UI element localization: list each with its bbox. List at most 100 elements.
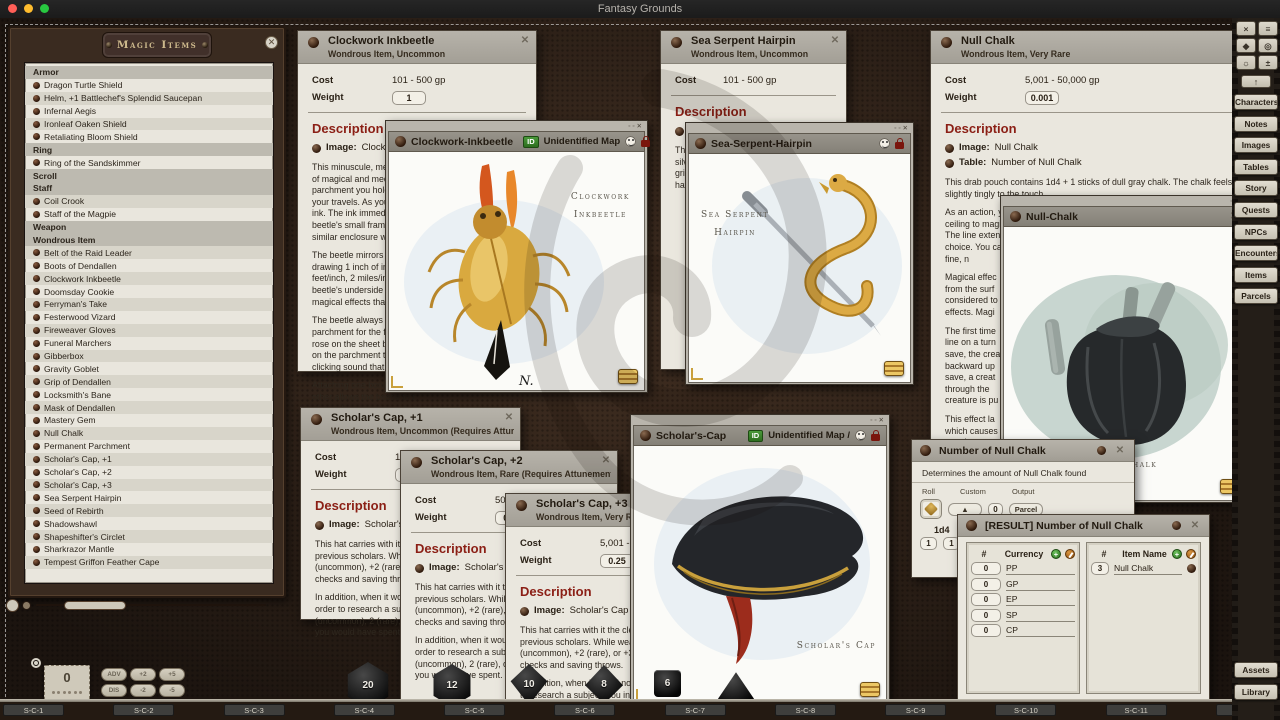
maximize-window-icon[interactable] — [40, 4, 49, 13]
taskbar-tab[interactable]: S-C-6 — [554, 704, 616, 716]
item-link-icon[interactable] — [411, 457, 422, 468]
list-item[interactable]: Staff — [25, 182, 273, 195]
image-link-icon[interactable] — [520, 607, 529, 616]
table-link-icon[interactable] — [945, 159, 954, 168]
list-item[interactable]: Fireweaver Gloves — [25, 323, 273, 337]
taskbar-tab[interactable]: S-C-2 — [113, 704, 175, 716]
modifier-stack[interactable]: 0 — [44, 665, 90, 703]
list-item[interactable]: Coil Crook — [25, 194, 273, 208]
weight-field[interactable]: 1 — [392, 90, 426, 105]
edit-item-icon[interactable] — [1186, 548, 1196, 559]
list-item[interactable]: Null Chalk — [25, 426, 273, 440]
sidebar-button[interactable]: Encounters — [1234, 245, 1278, 262]
sidebar-tool-icon[interactable]: ◎ — [1258, 38, 1278, 53]
taskbar-tab[interactable]: S-C-3 — [223, 704, 285, 716]
taskbar-tab[interactable]: S-C-10 — [995, 704, 1057, 716]
result-titlebar[interactable]: [RESULT] Number of Null Chalk ✕ — [958, 515, 1209, 537]
image-value[interactable]: Null Chalk — [995, 142, 1038, 153]
magic-items-window[interactable]: Magic Items ✕ Armor Dragon Turtle Shield… — [6, 26, 286, 612]
taskbar-tab[interactable]: S-C-9 — [885, 704, 947, 716]
list-item[interactable]: Locksmith's Bane — [25, 388, 273, 401]
close-icon[interactable]: ✕ — [265, 36, 278, 49]
currency-name-field[interactable]: PP — [1006, 562, 1075, 576]
currency-amount-field[interactable]: 0 — [971, 562, 1001, 576]
sidebar-button[interactable]: Characters — [1234, 94, 1278, 110]
taskbar-tab[interactable]: S-C-1 — [3, 704, 64, 716]
close-icon[interactable]: ✕ — [519, 35, 531, 47]
item-link-icon[interactable] — [308, 37, 319, 48]
list-item[interactable]: Retaliating Bloom Shield — [25, 130, 273, 143]
dice-icon[interactable] — [1097, 446, 1106, 455]
list-item[interactable]: Clockwork Inkbeetle — [25, 272, 273, 286]
sidebar-button[interactable]: Quests — [1234, 201, 1278, 218]
window-controls[interactable] — [8, 4, 49, 13]
dice-icon[interactable] — [1172, 521, 1181, 530]
list-item[interactable]: Infernal Aegis — [25, 105, 273, 118]
sidebar-button[interactable]: NPCs — [1234, 223, 1278, 240]
add-currency-icon[interactable]: + — [1051, 548, 1061, 559]
dialog-titlebar[interactable]: Number of Null Chalk ✕ — [912, 440, 1134, 462]
sidebar-tool-icon[interactable]: ≡ — [1258, 21, 1278, 36]
close-icon[interactable]: ✕ — [829, 35, 841, 47]
list-item[interactable]: Boots of Dendallen — [25, 259, 273, 272]
sidebar-tool-icon[interactable]: ◆ — [1236, 38, 1256, 53]
taskbar-tab[interactable]: S-C-11 — [1105, 704, 1167, 716]
sidebar-tool-icon[interactable]: × — [1236, 21, 1256, 36]
list-item[interactable]: Mask of Dendallen — [25, 401, 273, 415]
parcel-link-icon[interactable] — [966, 520, 977, 531]
sidebar-button[interactable]: Assets — [1234, 662, 1278, 678]
sidebar-collapse-button[interactable]: ↑ — [1241, 75, 1271, 88]
list-item[interactable]: Dragon Turtle Shield — [25, 79, 273, 92]
list-item[interactable]: Belt of the Raid Leader — [25, 246, 273, 260]
item-link-icon[interactable] — [941, 37, 952, 48]
image-link-icon[interactable] — [395, 136, 406, 147]
item-name-field[interactable]: Null Chalk — [1114, 562, 1182, 576]
list-item[interactable]: Ring of the Sandskimmer — [25, 156, 273, 169]
list-item[interactable]: Scholar's Cap, +3 — [25, 478, 273, 492]
list-item[interactable]: Wondrous Item — [25, 233, 273, 247]
list-scroll-thumb[interactable] — [64, 601, 126, 610]
list-item[interactable]: Armor — [25, 66, 273, 79]
sidebar-button[interactable]: Tables — [1234, 158, 1278, 175]
table-link-icon[interactable] — [920, 445, 931, 456]
window-tool-icons[interactable]: ◦ ◦ ✕ — [894, 125, 908, 133]
item-link-icon[interactable] — [671, 37, 682, 48]
list-item[interactable]: Ironleaf Oaken Shield — [25, 117, 273, 131]
sidebar-button[interactable]: Images — [1234, 137, 1278, 154]
add-item-icon[interactable]: + — [1172, 548, 1182, 559]
taskbar-tab[interactable]: S-C-5 — [444, 704, 506, 716]
window-titlebar[interactable]: Null Chalk Wondrous Item, Very Rare — [931, 31, 1251, 64]
currency-amount-field[interactable]: 0 — [971, 608, 1001, 622]
image-link-icon[interactable] — [315, 521, 324, 530]
image-link-icon[interactable] — [312, 144, 321, 153]
sidebar-tool-icon[interactable]: ☼ — [1236, 55, 1256, 70]
image-value[interactable]: Scholar's Cap — [570, 605, 629, 616]
list-item[interactable]: Funeral Marchers — [25, 337, 273, 350]
list-item[interactable]: Sea Serpent Hairpin — [25, 491, 273, 504]
currency-name-field[interactable]: SP — [1006, 609, 1075, 622]
list-item[interactable]: Seed of Rebirth — [25, 504, 273, 518]
list-scroll-button[interactable] — [22, 601, 31, 610]
image-link-icon[interactable] — [415, 564, 424, 573]
minimize-window-icon[interactable] — [24, 4, 33, 13]
table-value[interactable]: Number of Null Chalk — [991, 157, 1081, 168]
item-link-icon[interactable] — [311, 414, 322, 425]
taskbar-tab[interactable]: S-C-7 — [664, 704, 726, 716]
taskbar-tab[interactable]: S-C-4 — [333, 704, 395, 716]
list-item[interactable]: Festerwood Vizard — [25, 311, 273, 324]
roll-dice-button[interactable] — [920, 499, 942, 519]
weight-field[interactable]: 0.001 — [1025, 90, 1059, 105]
window-grab-bar[interactable]: ◦ ◦ ✕ — [1003, 198, 1247, 206]
list-item[interactable]: Sharkrazor Mantle — [25, 543, 273, 556]
modifier-button[interactable]: -2 — [130, 684, 156, 697]
modifier-button[interactable]: DIS — [101, 684, 127, 697]
modifier-button[interactable]: -5 — [159, 684, 185, 697]
list-item[interactable]: Permanent Parchment — [25, 440, 273, 453]
close-icon[interactable]: ✕ — [1189, 520, 1201, 532]
list-scroll-button[interactable] — [6, 599, 19, 612]
taskbar-tab[interactable]: S-C-8 — [774, 704, 836, 716]
modifier-target-icon[interactable] — [31, 658, 41, 668]
item-quantity-field[interactable]: 3 — [1091, 562, 1109, 576]
list-item[interactable]: Scholar's Cap, +2 — [25, 466, 273, 479]
list-item[interactable]: Helm, +1 Battlechef's Splendid Saucepan — [25, 91, 273, 105]
